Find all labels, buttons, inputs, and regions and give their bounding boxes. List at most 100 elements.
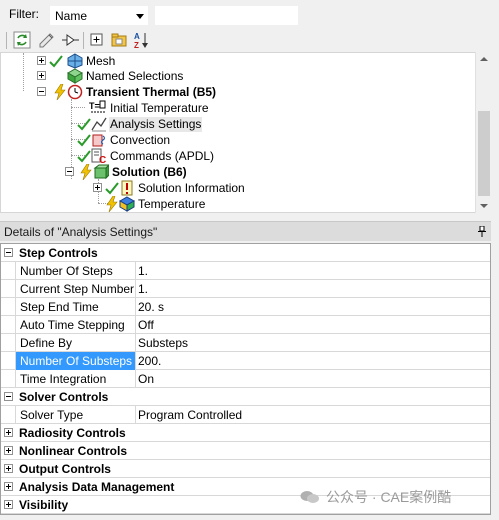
collapse-icon[interactable] — [65, 167, 74, 176]
collapse-icon[interactable] — [4, 392, 13, 401]
filter-type-value: Name — [55, 9, 88, 23]
toolbar-separator — [83, 32, 84, 49]
property-value[interactable]: Off — [138, 318, 154, 332]
flag-icon[interactable] — [60, 30, 80, 50]
group-label: Analysis Data Management — [19, 480, 175, 494]
tree-item-label: Convection — [110, 132, 171, 147]
property-row[interactable]: Time Integration On — [1, 370, 490, 388]
group-radiosity-controls[interactable]: Radiosity Controls — [1, 424, 490, 442]
folder-icon[interactable] — [109, 30, 129, 50]
expand-icon[interactable] — [4, 446, 13, 455]
tree-item-solution[interactable]: Solution (B6) — [1, 164, 188, 180]
tree-item-mesh[interactable]: Mesh — [1, 53, 116, 69]
expand-icon[interactable] — [93, 183, 102, 192]
property-value[interactable]: Program Controlled — [138, 408, 242, 422]
tree-scrollbar[interactable] — [475, 52, 491, 213]
expand-icon[interactable] — [37, 56, 46, 65]
property-value[interactable]: 20. s — [138, 300, 164, 314]
tree-item-named-selections[interactable]: Named Selections — [1, 68, 184, 84]
expand-icon[interactable] — [4, 482, 13, 491]
scroll-up-icon[interactable] — [480, 57, 488, 61]
property-name: Number Of Steps — [16, 262, 136, 280]
solution-information-icon — [121, 180, 133, 196]
property-name: Current Step Number — [16, 280, 136, 298]
group-label: Solver Controls — [19, 390, 109, 404]
outline-tree: Mesh Named Selections Transient Thermal … — [0, 52, 491, 213]
property-row[interactable]: Number Of Steps 1. — [1, 262, 490, 280]
expand-icon[interactable] — [4, 500, 13, 509]
row-gutter — [1, 406, 16, 424]
watermark-text: 公众号 · CAE案例酷 — [326, 489, 452, 505]
property-row[interactable]: Auto Time Stepping Off — [1, 316, 490, 334]
row-gutter — [1, 298, 16, 316]
property-name: Solver Type — [16, 406, 136, 424]
property-row[interactable]: Solver Type Program Controlled — [1, 406, 490, 424]
property-value[interactable]: 1. — [138, 282, 148, 296]
details-header: Details of "Analysis Settings" — [0, 221, 491, 241]
filter-bar: Filter: Name — [0, 0, 499, 30]
row-gutter — [1, 262, 16, 280]
filter-type-select[interactable]: Name — [50, 6, 148, 25]
property-row[interactable]: Define By Substeps — [1, 334, 490, 352]
transient-thermal-icon — [67, 84, 83, 100]
tree-item-label: Initial Temperature — [110, 100, 209, 115]
tree-item-initial-temperature[interactable]: T= Initial Temperature — [1, 100, 210, 116]
named-selections-icon — [67, 68, 83, 84]
group-output-controls[interactable]: Output Controls — [1, 460, 490, 478]
wechat-icon — [300, 491, 319, 503]
toolbar-grip — [6, 32, 7, 49]
expand-icon[interactable] — [37, 71, 46, 80]
details-title: Details of "Analysis Settings" — [4, 225, 158, 239]
group-nonlinear-controls[interactable]: Nonlinear Controls — [1, 442, 490, 460]
row-gutter — [1, 370, 16, 388]
check-icon — [105, 182, 119, 195]
tree-item-transient-thermal[interactable]: Transient Thermal (B5) — [1, 84, 217, 100]
edit-icon[interactable] — [37, 30, 57, 50]
check-icon — [77, 118, 91, 131]
analysis-settings-icon — [91, 117, 107, 132]
svg-text:C: C — [99, 155, 106, 164]
property-row-selected[interactable]: Number Of Substeps 200. — [1, 352, 490, 370]
property-name: Step End Time — [16, 298, 136, 316]
property-name: Time Integration — [16, 370, 136, 388]
property-name: Auto Time Stepping — [16, 316, 136, 334]
scrollbar-thumb[interactable] — [478, 111, 490, 196]
group-label: Visibility — [19, 498, 69, 512]
refresh-icon[interactable] — [12, 30, 32, 50]
property-value[interactable]: 1. — [138, 264, 148, 278]
property-row[interactable]: Current Step Number 1. — [1, 280, 490, 298]
lightning-icon — [54, 84, 66, 100]
convection-icon — [92, 134, 106, 147]
expand-icon[interactable] — [4, 464, 13, 473]
row-gutter — [1, 316, 16, 334]
collapse-icon[interactable] — [4, 248, 13, 257]
collapse-icon[interactable] — [37, 87, 46, 96]
tree-toolbar: A Z — [0, 30, 499, 52]
lightning-icon — [80, 164, 92, 180]
tree-item-label: Mesh — [86, 53, 116, 68]
expand-icon[interactable] — [4, 428, 13, 437]
commands-icon: C — [91, 148, 106, 164]
property-row[interactable]: Step End Time 20. s — [1, 298, 490, 316]
check-icon — [49, 55, 63, 68]
chevron-down-icon[interactable] — [136, 14, 144, 19]
expand-all-icon[interactable] — [87, 30, 107, 50]
tree-item-commands-apdl[interactable]: C Commands (APDL) — [1, 148, 215, 164]
sort-az-icon[interactable]: A Z — [131, 30, 151, 50]
group-step-controls[interactable]: Step Controls — [1, 244, 490, 262]
group-label: Radiosity Controls — [19, 426, 126, 440]
property-value[interactable]: Substeps — [138, 336, 188, 350]
tree-item-temperature[interactable]: Temperature — [1, 196, 206, 212]
group-solver-controls[interactable]: Solver Controls — [1, 388, 490, 406]
pin-icon[interactable] — [478, 226, 486, 237]
filter-label: Filter: — [9, 7, 39, 21]
tree-item-solution-information[interactable]: Solution Information — [1, 180, 246, 196]
tree-item-analysis-settings[interactable]: Analysis Settings — [1, 116, 203, 132]
property-value[interactable]: 200. — [138, 354, 161, 368]
tree-item-label: Solution (B6) — [112, 164, 187, 179]
group-label: Output Controls — [19, 462, 111, 476]
property-value[interactable]: On — [138, 372, 154, 386]
scroll-down-icon[interactable] — [480, 204, 488, 208]
filter-text-input[interactable] — [155, 6, 298, 25]
tree-item-convection[interactable]: Convection — [1, 132, 171, 148]
